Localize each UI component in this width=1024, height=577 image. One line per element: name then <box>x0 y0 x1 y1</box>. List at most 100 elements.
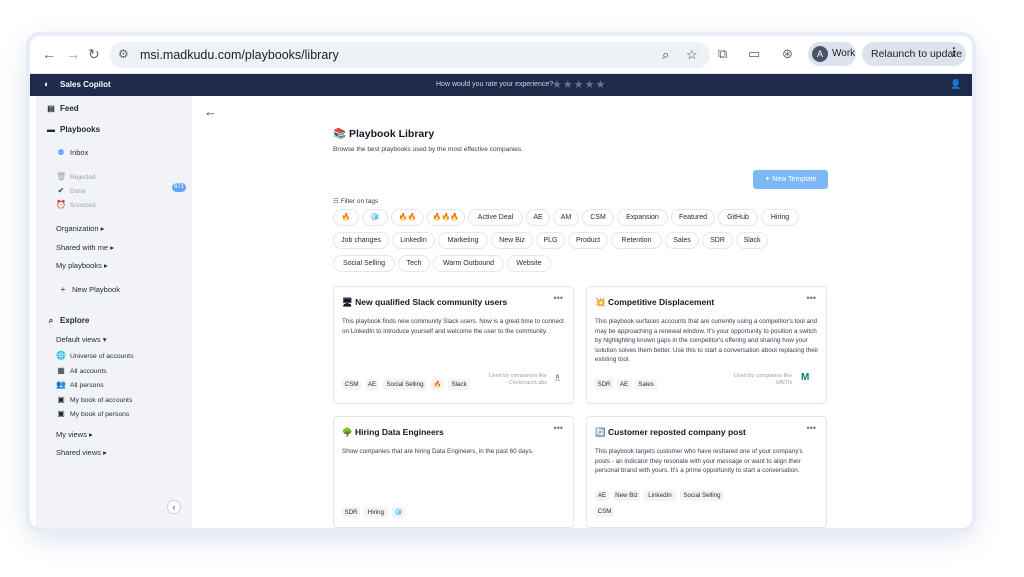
tag-filter-chip[interactable]: New Biz <box>491 232 533 249</box>
library-icon: 📚 <box>333 128 347 140</box>
rating-question: How would you rate your experience? <box>436 81 554 88</box>
tag-filter-chip[interactable]: Job changes <box>333 232 389 249</box>
tag-filter-chip[interactable]: Warm Outbound <box>433 255 504 272</box>
browser-toolbar: ← → ↻ ⚙ msi.madkudu.com/playbooks/librar… <box>30 36 972 74</box>
tag-filter-chip[interactable]: PLG <box>536 232 565 249</box>
more-options-icon[interactable]: ••• <box>807 293 816 303</box>
more-options-icon[interactable]: ••• <box>554 423 563 433</box>
profile-button[interactable]: A Work <box>808 42 856 66</box>
sidebar-item-universe[interactable]: 🌐 Universe of accounts <box>56 351 133 360</box>
page-title: 📚 Playbook Library <box>333 128 435 140</box>
book-icon: ▣ <box>57 409 65 418</box>
rating-stars[interactable]: ★★★★★ <box>552 78 606 91</box>
tree-icon: 🌳 <box>342 427 353 437</box>
card-tag: CSM <box>342 379 361 390</box>
sidebar-item-all-persons[interactable]: 👥 All persons <box>56 380 104 389</box>
tag-filter-chip[interactable]: Website <box>507 255 551 272</box>
clock-icon: ⏰ <box>56 200 66 209</box>
back-arrow-icon[interactable]: ← <box>204 104 217 119</box>
card-title: 🔄 Customer reposted company post <box>595 427 746 437</box>
sidebar-item-shared-with-me[interactable]: Shared with me ▸ <box>56 243 114 252</box>
card-tag: SDR <box>595 379 613 390</box>
cast-icon[interactable]: ▭ <box>748 45 760 63</box>
sidebar-item-my-views[interactable]: My views ▸ <box>56 430 93 439</box>
tag-filter-chip[interactable]: Sales <box>665 232 699 249</box>
reload-icon[interactable]: ↻ <box>88 46 100 62</box>
sidebar-item-done[interactable]: ✔ Done <box>56 186 86 195</box>
tag-filter-chip[interactable]: CSM <box>582 209 614 226</box>
tag-filter-chip[interactable]: LinkedIn <box>392 232 435 249</box>
relaunch-button[interactable]: Relaunch to update ⋮ <box>862 42 966 66</box>
tag-filter-chip[interactable]: 🔥 <box>333 209 359 226</box>
extensions-icon[interactable]: ⧉ <box>718 45 727 63</box>
tag-filter-chip[interactable]: Tech <box>398 255 430 272</box>
bookmark-star-icon[interactable]: ☆ <box>686 47 698 63</box>
more-menu-icon[interactable]: ⋮ <box>949 46 960 58</box>
sidebar-item-all-accounts[interactable]: ▦ All accounts <box>56 366 106 375</box>
download-icon[interactable]: ⊛ <box>782 45 793 63</box>
caret-right-icon: ▸ <box>103 448 107 457</box>
tag-filter-chip[interactable]: Featured <box>671 209 715 226</box>
sidebar-item-rejected[interactable]: 🗑 Rejected <box>56 172 96 181</box>
card-tag: Slack <box>448 379 470 390</box>
tag-filter-chip[interactable]: SDR <box>702 232 733 249</box>
more-options-icon[interactable]: ••• <box>807 423 816 433</box>
card-description: Show companies that are hiring Data Engi… <box>342 448 534 455</box>
sidebar-item-shared-views[interactable]: Shared views ▸ <box>56 448 107 457</box>
sidebar-item-my-book-persons[interactable]: ▣ My book of persons <box>56 409 129 418</box>
tag-filter-chip[interactable]: Slack <box>736 232 768 249</box>
playbook-card[interactable]: 🖥 New qualified Slack community users ••… <box>333 286 574 404</box>
tag-filter-chip[interactable]: Retention <box>611 232 662 249</box>
sidebar-item-explore[interactable]: ⌕ Explore <box>46 316 90 326</box>
mntn-logo-icon: M <box>801 372 810 383</box>
tag-filter-chip[interactable]: 🧊 <box>362 209 388 226</box>
filter-icon: ☷ <box>333 198 339 205</box>
card-tag: Hiring <box>364 507 388 518</box>
card-tag: Social Selling <box>383 379 427 390</box>
tag-filter-chip[interactable]: AM <box>553 209 579 226</box>
caret-down-icon: ▾ <box>102 335 107 344</box>
card-title: 🖥 New qualified Slack community users <box>342 297 508 307</box>
tag-filter-chip[interactable]: AE <box>526 209 550 226</box>
new-template-button[interactable]: ✦ New Template <box>753 170 828 189</box>
new-playbook-button[interactable]: + New Playbook <box>58 285 120 294</box>
browser-window: ← → ↻ ⚙ msi.madkudu.com/playbooks/librar… <box>30 36 972 528</box>
zoom-icon[interactable]: ⌕ <box>662 47 669 63</box>
playbook-card[interactable]: 💥 Competitive Displacement ••• This play… <box>586 286 827 404</box>
card-tag: LinkedIn <box>644 490 676 501</box>
sidebar-item-default-views[interactable]: Default views ▾ <box>56 335 106 344</box>
tag-filter-chip[interactable]: Product <box>568 232 608 249</box>
tag-filter-chip[interactable]: Expansion <box>617 209 668 226</box>
address-bar[interactable]: ⚙ msi.madkudu.com/playbooks/library ⌕ ☆ <box>110 42 710 68</box>
tag-filter-chip[interactable]: 🔥🔥 <box>391 209 424 226</box>
sidebar-item-feed[interactable]: ▤ Feed <box>46 104 78 113</box>
sidebar-item-snoozed[interactable]: ⏰ Snoozed <box>56 200 96 209</box>
more-options-icon[interactable]: ••• <box>554 293 563 303</box>
sidebar-item-inbox[interactable]: ⚉ Inbox <box>56 148 88 157</box>
forward-arrow-icon[interactable]: → <box>66 46 80 62</box>
sidebar-item-my-playbooks[interactable]: My playbooks ▸ <box>56 261 108 270</box>
collapse-sidebar-button[interactable]: ‹ <box>167 500 181 514</box>
chevron-left-icon: ‹ <box>172 502 176 512</box>
sidebar-item-playbooks[interactable]: ▬ Playbooks <box>46 125 100 134</box>
sidebar-item-my-book-accounts[interactable]: ▣ My book of accounts <box>56 395 132 404</box>
tag-filter-chip[interactable]: Marketing <box>438 232 488 249</box>
playbook-card[interactable]: 🌳 Hiring Data Engineers ••• Show compani… <box>333 416 574 528</box>
monitor-icon: 🖥 <box>342 297 353 307</box>
sidebar-item-organization[interactable]: Organization ▸ <box>56 224 104 233</box>
user-menu-icon[interactable]: 👤 <box>950 79 961 90</box>
playbook-card[interactable]: 🔄 Customer reposted company post ••• Thi… <box>586 416 827 528</box>
tag-filter-chip[interactable]: GitHub <box>718 209 758 226</box>
app-header: ◐ Sales Copilot How would you rate your … <box>30 74 972 96</box>
profile-label: Work <box>832 48 856 59</box>
card-tag: Social Selling <box>680 490 724 501</box>
feed-icon: ▤ <box>47 104 55 113</box>
tag-filter-chip[interactable]: Hiring <box>761 209 799 226</box>
tag-filter-chip[interactable]: 🔥🔥🔥 <box>427 209 465 226</box>
tag-filter-chip[interactable]: Active Deal <box>468 209 523 226</box>
site-settings-icon[interactable]: ⚙ <box>118 47 129 61</box>
tag-filter-chip[interactable]: Social Selling <box>333 255 395 272</box>
used-by-text: Used by companies like MNTN <box>733 373 792 386</box>
back-arrow-icon[interactable]: ← <box>42 46 56 62</box>
inbox-count-badge: 671 <box>172 183 186 192</box>
